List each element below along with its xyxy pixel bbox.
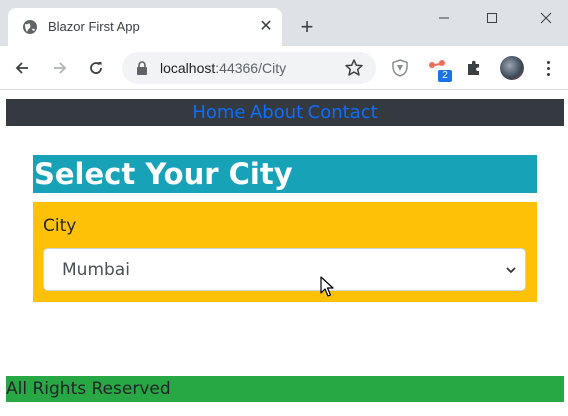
star-icon[interactable] (344, 58, 364, 78)
lock-icon[interactable] (136, 61, 148, 75)
browser-tab[interactable]: Blazor First App ✕ (8, 8, 282, 46)
extension-badge: 2 (438, 70, 452, 82)
footer: All Rights Reserved (6, 376, 564, 402)
shield-extension-icon[interactable] (390, 58, 410, 78)
minimize-icon[interactable] (434, 10, 454, 26)
maximize-icon[interactable] (482, 10, 502, 26)
page-title: Select Your City (34, 157, 293, 191)
back-arrow-icon[interactable] (12, 58, 32, 78)
city-select-value: Mumbai (62, 260, 130, 280)
reload-icon[interactable] (86, 58, 106, 78)
avatar[interactable] (500, 56, 524, 80)
chevron-down-icon (506, 267, 516, 274)
city-form: City Mumbai (33, 202, 537, 302)
page-content: Home About Contact Select Your City City… (0, 91, 568, 416)
address-bar[interactable]: localhost:44366/City (122, 52, 376, 84)
nav-link-contact[interactable]: Contact (308, 102, 378, 123)
browser-toolbar: localhost:44366/City 2 (0, 46, 568, 90)
heading-banner: Select Your City (33, 155, 537, 193)
tab-title: Blazor First App (48, 19, 140, 34)
url-path: :44366/City (215, 60, 287, 76)
kebab-menu-icon[interactable] (538, 58, 558, 78)
url-host: localhost (160, 60, 216, 76)
nav-link-about[interactable]: About (250, 102, 303, 123)
plus-icon[interactable]: + (296, 16, 318, 38)
nav-link-home[interactable]: Home (192, 102, 245, 123)
city-select[interactable]: Mumbai (43, 248, 526, 291)
footer-text: All Rights Reserved (6, 379, 171, 399)
window-close-icon[interactable] (536, 10, 556, 26)
close-icon[interactable]: ✕ (258, 19, 274, 35)
browser-tab-strip: Blazor First App ✕ + (0, 0, 568, 46)
globe-icon (23, 20, 37, 34)
mouse-cursor-icon (320, 276, 334, 297)
top-nav: Home About Contact (6, 99, 564, 126)
forward-arrow-icon[interactable] (50, 58, 70, 78)
city-label: City (43, 216, 77, 236)
puzzle-extension-icon[interactable] (464, 58, 484, 78)
url-text: localhost:44366/City (160, 60, 286, 76)
